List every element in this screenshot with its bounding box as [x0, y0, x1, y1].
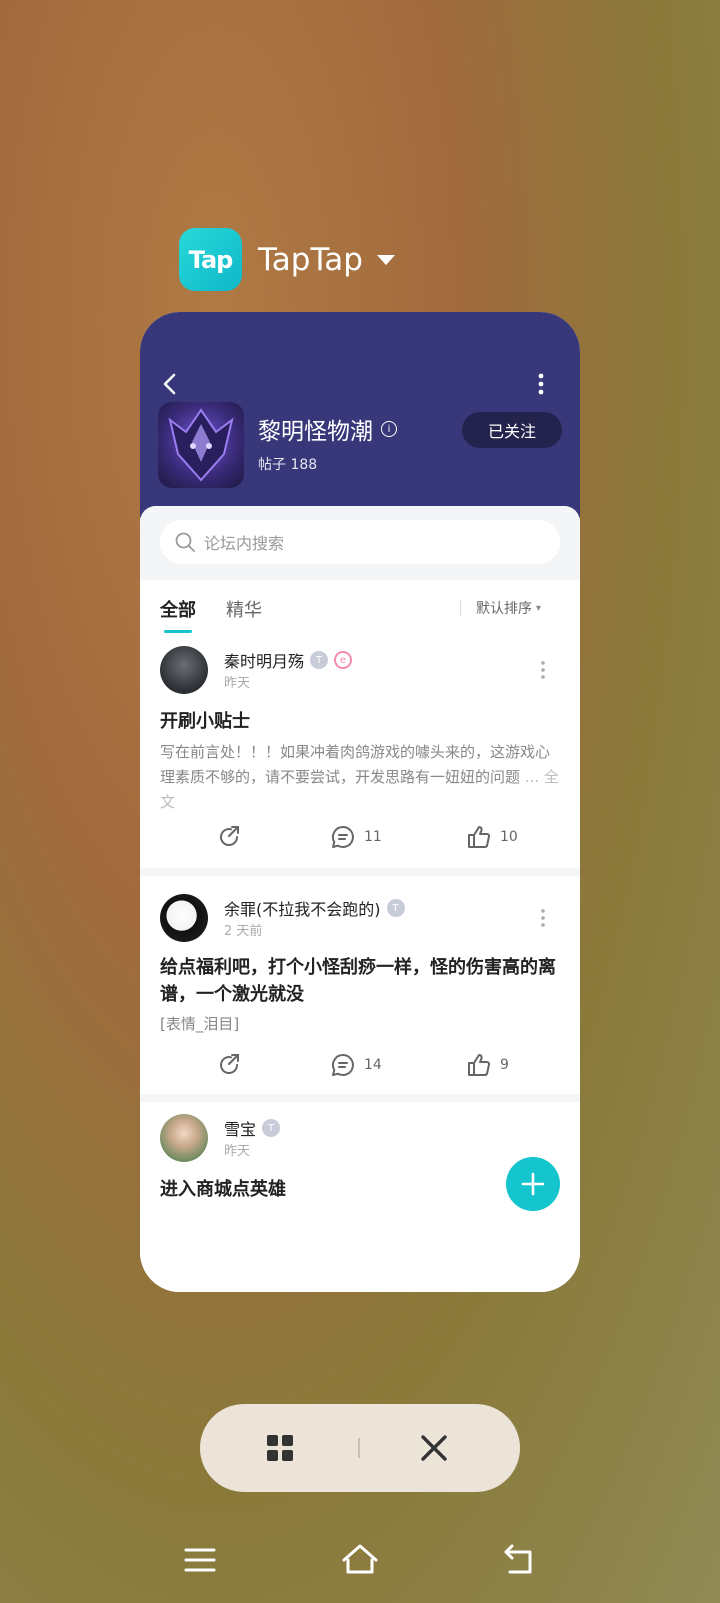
share-button[interactable] [216, 1052, 250, 1078]
post-actions: 14 9 [140, 1052, 580, 1082]
post-time: 昨天 [224, 676, 251, 691]
post-title[interactable]: 给点福利吧，打个小怪刮痧一样，怪的伤害高的离谱，一个激光就没 [160, 954, 560, 1008]
more-vertical-icon[interactable] [540, 660, 546, 680]
menu-icon[interactable] [180, 1540, 220, 1580]
comment-button[interactable]: 11 [330, 824, 382, 850]
tab-all[interactable]: 全部 [160, 596, 196, 622]
system-nav-bar [0, 1530, 720, 1590]
post-excerpt[interactable]: 写在前言处！！！如果冲着肉鸽游戏的噱头来的，这游戏心理素质不够的，请不要尝试，开… [160, 740, 560, 815]
search-icon [175, 532, 195, 552]
split-screen-icon[interactable] [266, 1434, 294, 1462]
search-placeholder: 论坛内搜索 [204, 534, 285, 553]
sort-label: 默认排序 [476, 601, 532, 617]
search-section: 论坛内搜索 [140, 506, 580, 580]
forum-banner: 黎明怪物潮 i 帖子 188 已关注 [140, 312, 580, 518]
author-name-row: 雪宝 T [224, 1116, 281, 1140]
like-count: 9 [500, 1057, 509, 1073]
tab-essence[interactable]: 精华 [226, 596, 262, 622]
author-name[interactable]: 余罪(不拉我不会跑的) [224, 896, 381, 920]
follow-button[interactable]: 已关注 [462, 412, 562, 448]
post-divider [140, 868, 580, 876]
chevron-down-icon: ▾ [536, 602, 542, 614]
dropdown-caret-icon[interactable] [376, 254, 395, 265]
more-vertical-icon[interactable] [536, 372, 546, 396]
excerpt-text: 写在前言处！！！如果冲着肉鸽游戏的噱头来的，这游戏心理素质不够的，请不要尝试，开… [160, 743, 551, 786]
author-name-row: 余罪(不拉我不会跑的) T [224, 896, 405, 920]
wolf-emblem-icon [168, 408, 234, 482]
back-arrow-icon[interactable] [160, 372, 180, 396]
like-count: 10 [500, 829, 518, 845]
forum-title: 黎明怪物潮 i [258, 412, 397, 446]
author-name[interactable]: 秦时明月殇 [224, 648, 304, 672]
thumbs-up-icon [468, 1054, 491, 1076]
like-button[interactable]: 9 [466, 1052, 509, 1078]
level-badge-icon: T [262, 1119, 281, 1137]
post-divider [140, 1094, 580, 1102]
post-excerpt[interactable]: [表情_泪目] [160, 1012, 560, 1037]
post-time: 2 天前 [224, 924, 263, 939]
user-avatar[interactable] [160, 1114, 208, 1162]
comment-icon [331, 1053, 354, 1076]
tab-active-indicator [164, 630, 192, 633]
share-icon [220, 1054, 239, 1074]
recents-controls [200, 1404, 520, 1492]
close-icon[interactable] [420, 1434, 448, 1462]
author-name[interactable]: 雪宝 [224, 1116, 256, 1140]
user-avatar[interactable] [160, 646, 208, 694]
forum-game-avatar[interactable] [158, 402, 244, 488]
post-time: 昨天 [224, 1144, 251, 1159]
post-title[interactable]: 进入商城点英雄 [160, 1176, 560, 1203]
more-vertical-icon[interactable] [540, 908, 546, 928]
plus-icon [521, 1172, 545, 1196]
recent-app-header[interactable]: Tap TapTap [179, 228, 395, 291]
author-name-row: 秦时明月殇 T e [224, 648, 353, 672]
sort-dropdown[interactable]: 默认排序 ▾ [476, 598, 541, 618]
controls-divider [358, 1438, 360, 1458]
comment-count: 11 [364, 829, 382, 845]
info-icon[interactable]: i [381, 421, 397, 437]
home-icon[interactable] [340, 1540, 380, 1580]
like-button[interactable]: 10 [466, 824, 518, 850]
thumbs-up-icon [468, 826, 491, 848]
user-avatar[interactable] [160, 894, 208, 942]
forum-title-text: 黎明怪物潮 [258, 419, 373, 445]
forum-tabs: 全部 精华 默认排序 ▾ [140, 580, 580, 636]
level-badge-icon: T [310, 651, 329, 669]
comment-button[interactable]: 14 [330, 1052, 382, 1078]
level-badge-icon: T [386, 899, 405, 917]
new-post-button[interactable] [506, 1157, 560, 1211]
taptap-app-icon: Tap [179, 228, 242, 291]
verified-badge-icon: e [334, 651, 353, 669]
sort-divider [460, 600, 461, 616]
back-nav-icon[interactable] [500, 1540, 540, 1580]
search-input[interactable]: 论坛内搜索 [160, 520, 560, 564]
post-actions: 11 10 [140, 824, 580, 854]
post-title[interactable]: 开刷小贴士 [160, 708, 560, 735]
post-item[interactable]: 余罪(不拉我不会跑的) T 2 天前 给点福利吧，打个小怪刮痧一样，怪的伤害高的… [140, 876, 580, 1096]
post-count: 帖子 188 [258, 457, 318, 473]
comment-icon [331, 825, 354, 848]
recent-app-card[interactable]: 黎明怪物潮 i 帖子 188 已关注 论坛内搜索 全部 精华 默认排序 ▾ 秦时… [140, 312, 580, 1292]
post-item[interactable]: 秦时明月殇 T e 昨天 开刷小贴士 写在前言处！！！如果冲着肉鸽游戏的噱头来的… [140, 636, 580, 876]
comment-count: 14 [364, 1057, 382, 1073]
app-name: TapTap [258, 241, 363, 278]
share-icon [220, 826, 239, 846]
share-button[interactable] [216, 824, 250, 850]
